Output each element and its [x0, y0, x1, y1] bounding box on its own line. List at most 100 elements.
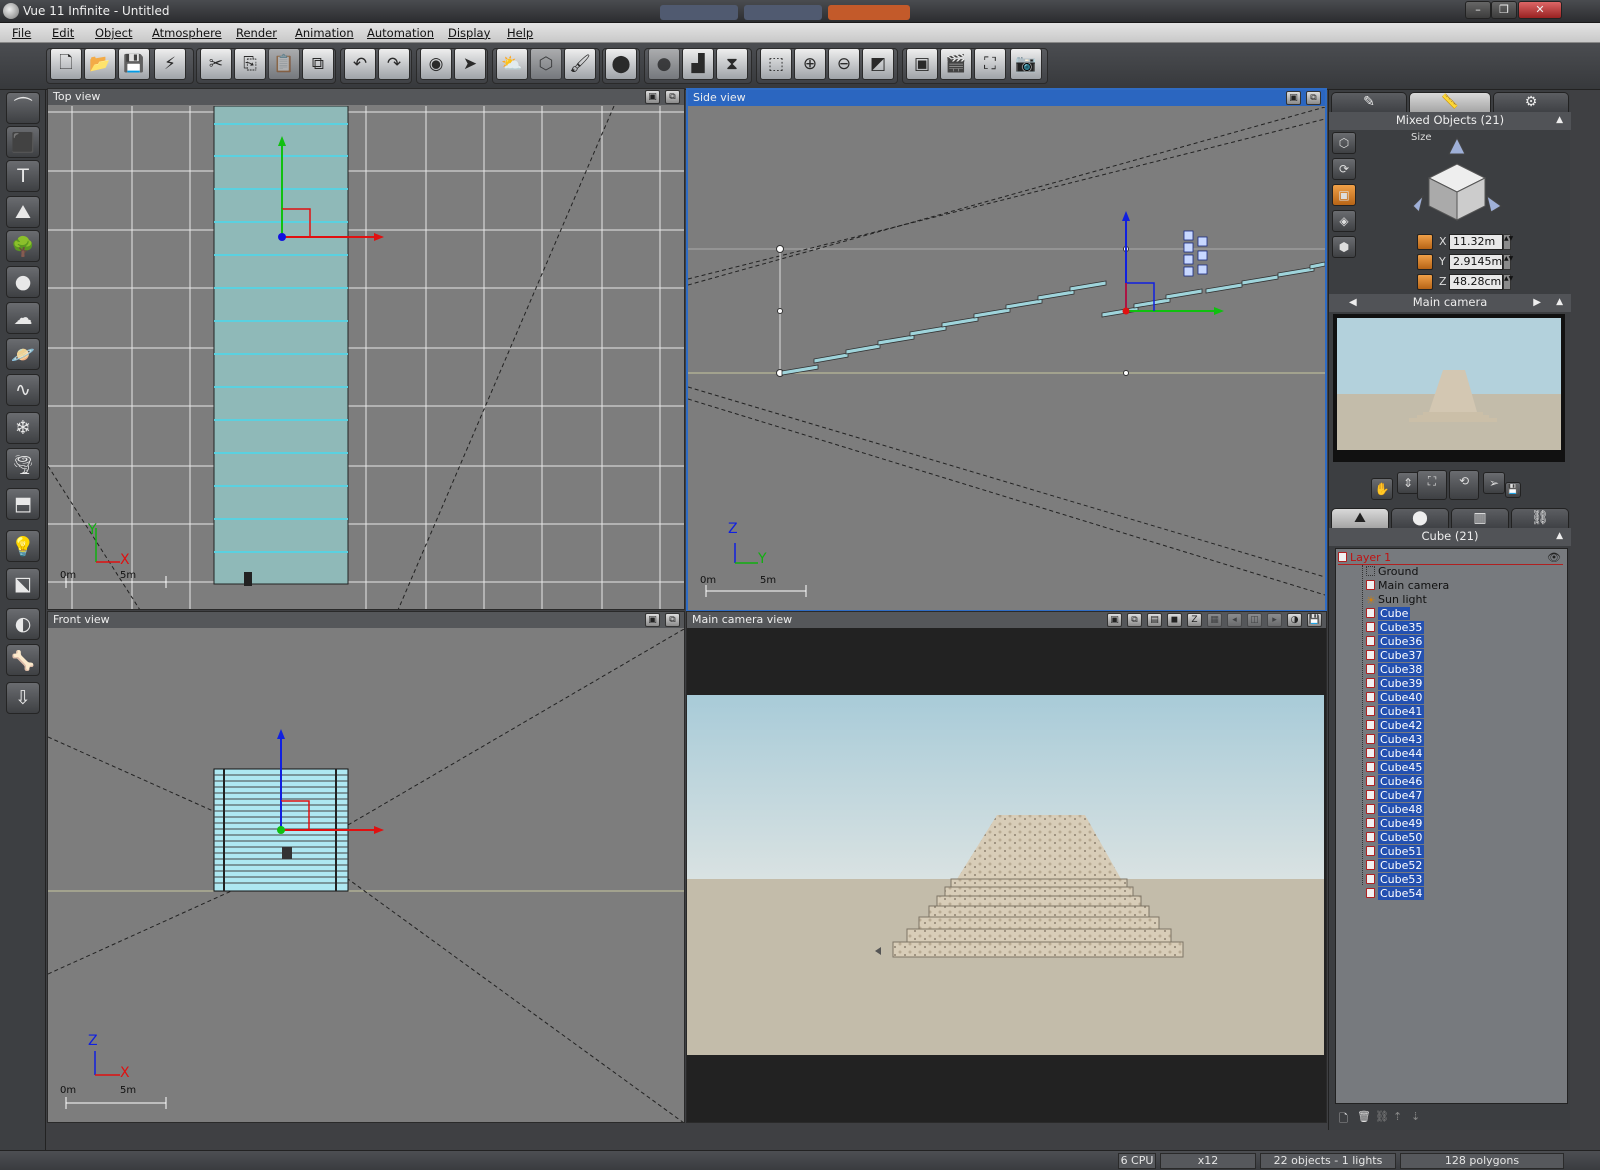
- close-button[interactable]: ✕: [1518, 1, 1562, 19]
- lock-x-icon[interactable]: [1417, 234, 1433, 250]
- planet-icon[interactable]: 🪐: [6, 338, 40, 370]
- tree-item-cube[interactable]: Cube52: [1366, 859, 1425, 873]
- tab-numerics[interactable]: 📏: [1409, 92, 1491, 112]
- tree-item-cube[interactable]: Cube45: [1366, 761, 1425, 775]
- render-area-icon[interactable]: ▣: [906, 48, 938, 80]
- zoom-camera-icon[interactable]: ⇕: [1397, 472, 1419, 494]
- menu-edit[interactable]: Edit: [52, 26, 74, 40]
- tree-item-cube[interactable]: Cube48: [1366, 803, 1425, 817]
- size-y-stepper[interactable]: ▲▼: [1503, 254, 1513, 270]
- menu-animation[interactable]: Animation: [295, 26, 354, 40]
- zoom-out-icon[interactable]: ⊖: [828, 48, 860, 80]
- render-preview-icon[interactable]: ▦: [1207, 613, 1222, 627]
- previous-frame-icon[interactable]: ◂: [1227, 613, 1242, 627]
- collapse-icon[interactable]: ▲: [1556, 294, 1563, 311]
- tree-item-cube[interactable]: Cube54: [1366, 887, 1425, 901]
- new-layer-icon[interactable]: 🗋: [1339, 1110, 1348, 1129]
- lock-y-icon[interactable]: [1417, 254, 1433, 270]
- tree-item-cube[interactable]: Cube38: [1366, 663, 1425, 677]
- store-camera-icon[interactable]: 💾: [1505, 482, 1521, 498]
- twist-icon[interactable]: ◈: [1332, 210, 1356, 232]
- camera-view-viewport[interactable]: Main camera view ▣ ⧉ ▤ ◼ Z ▦ ◂ ◫ ▸ ◑ 💾: [686, 611, 1327, 1123]
- tree-item-cube[interactable]: Cube44: [1366, 747, 1425, 761]
- tree-item-cube[interactable]: Cube46: [1366, 775, 1425, 789]
- collapse-icon[interactable]: ▲: [1556, 112, 1563, 129]
- tornado-icon[interactable]: 🌪: [6, 448, 40, 480]
- tree-item-cube[interactable]: Cube41: [1366, 705, 1425, 719]
- mountain-icon[interactable]: ⛰: [6, 196, 40, 228]
- materials-icon[interactable]: ⬤: [605, 48, 637, 80]
- tree-item-main-camera[interactable]: Main camera: [1366, 579, 1449, 593]
- animation-icon[interactable]: 🎬: [940, 48, 972, 80]
- frame-icon[interactable]: ⛶: [974, 48, 1006, 80]
- top-view-canvas[interactable]: Y X 0m 5m: [48, 105, 684, 609]
- tree-item-cube[interactable]: Cube35: [1366, 621, 1425, 635]
- menu-display[interactable]: Display: [448, 26, 490, 40]
- menu-file[interactable]: File: [12, 26, 31, 40]
- front-view-canvas[interactable]: Z X 0m 5m: [48, 628, 684, 1122]
- tab-layers-icon[interactable]: ▥: [1451, 508, 1509, 528]
- text-icon[interactable]: T: [6, 160, 40, 192]
- next-frame-icon[interactable]: ▸: [1267, 613, 1282, 627]
- alpha-display-icon[interactable]: ◼: [1167, 613, 1182, 627]
- size-y-field[interactable]: 2.9145m: [1449, 254, 1503, 270]
- tree-item-cube[interactable]: Cube49: [1366, 817, 1425, 831]
- size-x-stepper[interactable]: ▲▼: [1503, 234, 1513, 250]
- tree-icon[interactable]: 🌳: [6, 230, 40, 262]
- cube-icon[interactable]: ⬛: [6, 126, 40, 158]
- size-icon[interactable]: ▣: [1332, 184, 1356, 206]
- delete-icon[interactable]: 🗑: [1357, 1110, 1371, 1123]
- tree-item-cube[interactable]: Cube39: [1366, 677, 1425, 691]
- cloud-icon[interactable]: ☁: [6, 302, 40, 334]
- cut-icon[interactable]: ✂: [200, 48, 232, 80]
- side-view-viewport[interactable]: Side view ▣ ⧉ Z Y 0m 5m: [686, 88, 1327, 612]
- redo-icon[interactable]: ↷: [378, 48, 410, 80]
- save-icon[interactable]: 💾: [118, 48, 150, 80]
- paint-icon[interactable]: 🖌: [564, 48, 596, 80]
- tree-item-cube[interactable]: Cube37: [1366, 649, 1425, 663]
- camera-view-canvas[interactable]: [687, 629, 1326, 1122]
- zoom-in-icon[interactable]: ⊕: [794, 48, 826, 80]
- duplicate-icon[interactable]: ⧉: [302, 48, 334, 80]
- menu-atmosphere[interactable]: Atmosphere: [152, 26, 222, 40]
- mirror-icon[interactable]: ⧗: [716, 48, 748, 80]
- zoom-select-icon[interactable]: ⬚: [760, 48, 792, 80]
- position-icon[interactable]: ⬡: [1332, 132, 1356, 154]
- tree-item-ground[interactable]: Ground: [1366, 565, 1418, 579]
- fit-icon[interactable]: ◩: [862, 48, 894, 80]
- viewport-maximize-icon[interactable]: ⧉: [665, 90, 680, 104]
- tree-item-cube[interactable]: Cube50: [1366, 831, 1425, 845]
- light-bulb-icon[interactable]: 💡: [6, 530, 40, 562]
- select-object-icon[interactable]: ◉: [420, 48, 452, 80]
- viewport-options-icon[interactable]: ▣: [645, 90, 660, 104]
- maximize-button[interactable]: ❐: [1491, 1, 1517, 19]
- cube-select-icon[interactable]: ⬕: [6, 568, 40, 600]
- color-display-icon[interactable]: ▤: [1147, 613, 1162, 627]
- atmosphere-icon[interactable]: ⛅: [496, 48, 528, 80]
- camera-layout-icon[interactable]: ⧉: [1127, 613, 1142, 627]
- tab-materials-icon[interactable]: ⬤: [1391, 508, 1449, 528]
- viewport-options-icon[interactable]: ▣: [1286, 91, 1301, 105]
- menu-render[interactable]: Render: [236, 26, 277, 40]
- move-down-icon[interactable]: ⇣: [1411, 1110, 1420, 1123]
- render-icon[interactable]: ⬡: [530, 48, 562, 80]
- forward-icon[interactable]: ➢: [1483, 472, 1505, 494]
- import-icon[interactable]: ⇩: [6, 682, 40, 714]
- box-plus-icon[interactable]: ⬒: [6, 488, 40, 520]
- pivot-icon[interactable]: ⬢: [1332, 236, 1356, 258]
- sphere-shadow-icon[interactable]: ◐: [6, 608, 40, 640]
- size-cube-widget[interactable]: [1409, 136, 1505, 226]
- prev-camera-icon[interactable]: ◀: [1349, 294, 1357, 311]
- collapse-icon[interactable]: ▲: [1556, 528, 1563, 545]
- exposure-icon[interactable]: ◑: [1287, 613, 1302, 627]
- menu-object[interactable]: Object: [95, 26, 132, 40]
- eye-icon[interactable]: 👁: [1547, 551, 1561, 565]
- minimize-button[interactable]: –: [1465, 1, 1491, 19]
- chart-icon[interactable]: ▟: [682, 48, 714, 80]
- tab-links-icon[interactable]: ⛓: [1511, 508, 1569, 528]
- paste-icon[interactable]: 📋: [268, 48, 300, 80]
- top-view-viewport[interactable]: Top view ▣ ⧉ Y X 0m 5m: [47, 88, 685, 610]
- pointer-icon[interactable]: ➤: [454, 48, 486, 80]
- viewport-options-icon[interactable]: ▣: [645, 613, 660, 627]
- depth-display-icon[interactable]: Z: [1187, 613, 1202, 627]
